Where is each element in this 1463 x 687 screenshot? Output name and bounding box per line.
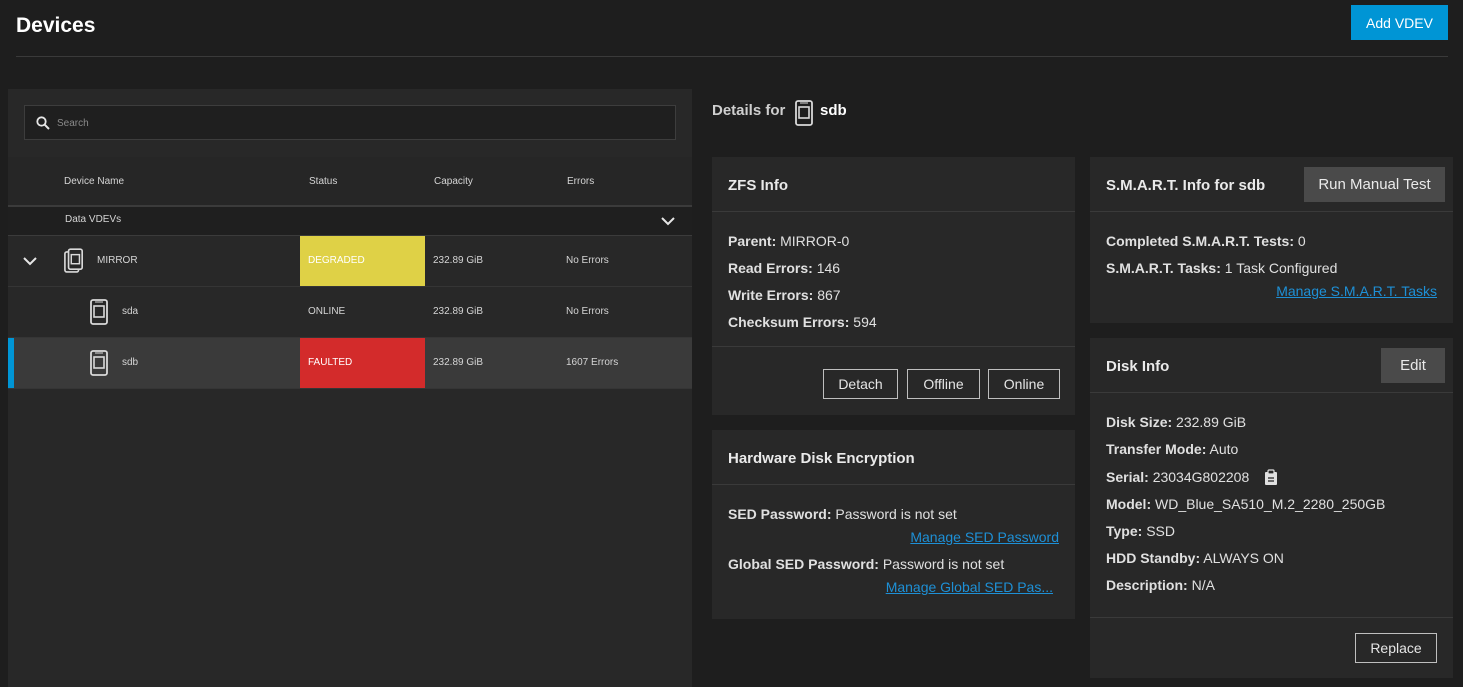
disk-description: Description: N/A: [1106, 577, 1215, 593]
card-title: Hardware Disk Encryption: [728, 450, 915, 467]
status-badge: FAULTED: [300, 338, 425, 388]
disk-transfer-mode: Transfer Mode: Auto: [1106, 441, 1239, 457]
smart-info-card: S.M.A.R.T. Info for sdb Run Manual Test …: [1090, 157, 1453, 323]
device-capacity: 232.89 GiB: [433, 306, 484, 317]
chevron-down-icon[interactable]: [660, 214, 676, 228]
chevron-expand-icon[interactable]: [22, 255, 38, 267]
table-header: Device Name Status Capacity Errors: [8, 157, 692, 205]
card-divider: [712, 346, 1075, 347]
page-title: Devices: [16, 14, 96, 37]
col-status[interactable]: Status: [309, 176, 337, 187]
mirror-icon: [64, 248, 83, 273]
manage-global-sed-password-link[interactable]: Manage Global SED Pas...: [886, 579, 1053, 595]
table-row[interactable]: sdb FAULTED 232.89 GiB 1607 Errors: [8, 338, 692, 389]
disk-hdd-standby: HDD Standby: ALWAYS ON: [1106, 550, 1284, 566]
device-errors: No Errors: [566, 255, 609, 266]
replace-button[interactable]: Replace: [1355, 633, 1437, 663]
sed-password: SED Password: Password is not set: [728, 506, 957, 522]
offline-button[interactable]: Offline: [907, 369, 980, 399]
card-title: S.M.A.R.T. Info for sdb: [1106, 177, 1266, 194]
disk-info-card: Disk Info Edit Disk Size: 232.89 GiB Tra…: [1090, 338, 1453, 678]
search-icon: [36, 116, 50, 130]
zfs-info-card: ZFS Info Parent: MIRROR-0 Read Errors: 1…: [712, 157, 1075, 415]
zfs-checksum-errors: Checksum Errors: 594: [728, 314, 877, 330]
card-header: ZFS Info: [712, 157, 1075, 212]
card-header: S.M.A.R.T. Info for sdb Run Manual Test: [1090, 157, 1453, 212]
device-capacity: 232.89 GiB: [433, 255, 484, 266]
disk-model: Model: WD_Blue_SA510_M.2_2280_250GB: [1106, 496, 1386, 512]
add-vdev-button[interactable]: Add VDEV: [1351, 5, 1448, 40]
hardware-encryption-card: Hardware Disk Encryption SED Password: P…: [712, 430, 1075, 619]
disk-icon: [90, 350, 108, 376]
device-name: sda: [122, 306, 139, 317]
zfs-parent: Parent: MIRROR-0: [728, 233, 850, 249]
group-row-data-vdevs[interactable]: Data VDEVs: [8, 205, 692, 236]
device-name: MIRROR: [97, 255, 138, 266]
online-button[interactable]: Online: [988, 369, 1060, 399]
card-header: Disk Info Edit: [1090, 338, 1453, 393]
details-prefix: Details for: [712, 102, 786, 119]
global-sed-password: Global SED Password: Password is not set: [728, 556, 1005, 572]
details-title: Details for sdb: [712, 100, 847, 126]
card-header: Hardware Disk Encryption: [712, 430, 1075, 485]
smart-completed-tests: Completed S.M.A.R.T. Tests: 0: [1106, 233, 1306, 249]
smart-tasks: S.M.A.R.T. Tasks: 1 Task Configured: [1106, 260, 1338, 276]
group-label: Data VDEVs: [65, 214, 122, 225]
disk-icon: [795, 100, 813, 126]
zfs-write-errors: Write Errors: 867: [728, 287, 841, 303]
col-errors[interactable]: Errors: [567, 176, 594, 187]
zfs-read-errors: Read Errors: 146: [728, 260, 841, 276]
col-device-name[interactable]: Device Name: [64, 176, 124, 187]
devices-panel: Device Name Status Capacity Errors Data …: [8, 89, 692, 687]
disk-size: Disk Size: 232.89 GiB: [1106, 414, 1247, 430]
manage-sed-password-link[interactable]: Manage SED Password: [910, 529, 1059, 545]
card-title: Disk Info: [1106, 358, 1170, 375]
search-input[interactable]: [57, 114, 657, 132]
table-row[interactable]: sda ONLINE 232.89 GiB No Errors: [8, 287, 692, 338]
edit-button[interactable]: Edit: [1381, 348, 1445, 383]
clipboard-icon[interactable]: [1264, 469, 1278, 486]
card-title: ZFS Info: [728, 177, 788, 194]
status-badge: DEGRADED: [300, 236, 425, 286]
header-divider: [16, 56, 1448, 57]
disk-serial: Serial: 23034G802208: [1106, 469, 1250, 485]
device-name: sdb: [122, 357, 139, 368]
card-divider: [1090, 617, 1453, 618]
manage-smart-tasks-link[interactable]: Manage S.M.A.R.T. Tasks: [1276, 283, 1437, 299]
disk-icon: [90, 299, 108, 325]
detach-button[interactable]: Detach: [823, 369, 898, 399]
details-device-name: sdb: [820, 102, 847, 119]
search-box[interactable]: [24, 105, 676, 140]
run-manual-test-button[interactable]: Run Manual Test: [1304, 167, 1445, 202]
device-errors: No Errors: [566, 306, 609, 317]
device-errors: 1607 Errors: [566, 357, 619, 368]
selection-indicator: [8, 338, 14, 388]
disk-type: Type: SSD: [1106, 523, 1175, 539]
status-badge: ONLINE: [308, 306, 346, 317]
device-capacity: 232.89 GiB: [433, 357, 484, 368]
table-row[interactable]: MIRROR DEGRADED 232.89 GiB No Errors: [8, 236, 692, 287]
col-capacity[interactable]: Capacity: [434, 176, 473, 187]
